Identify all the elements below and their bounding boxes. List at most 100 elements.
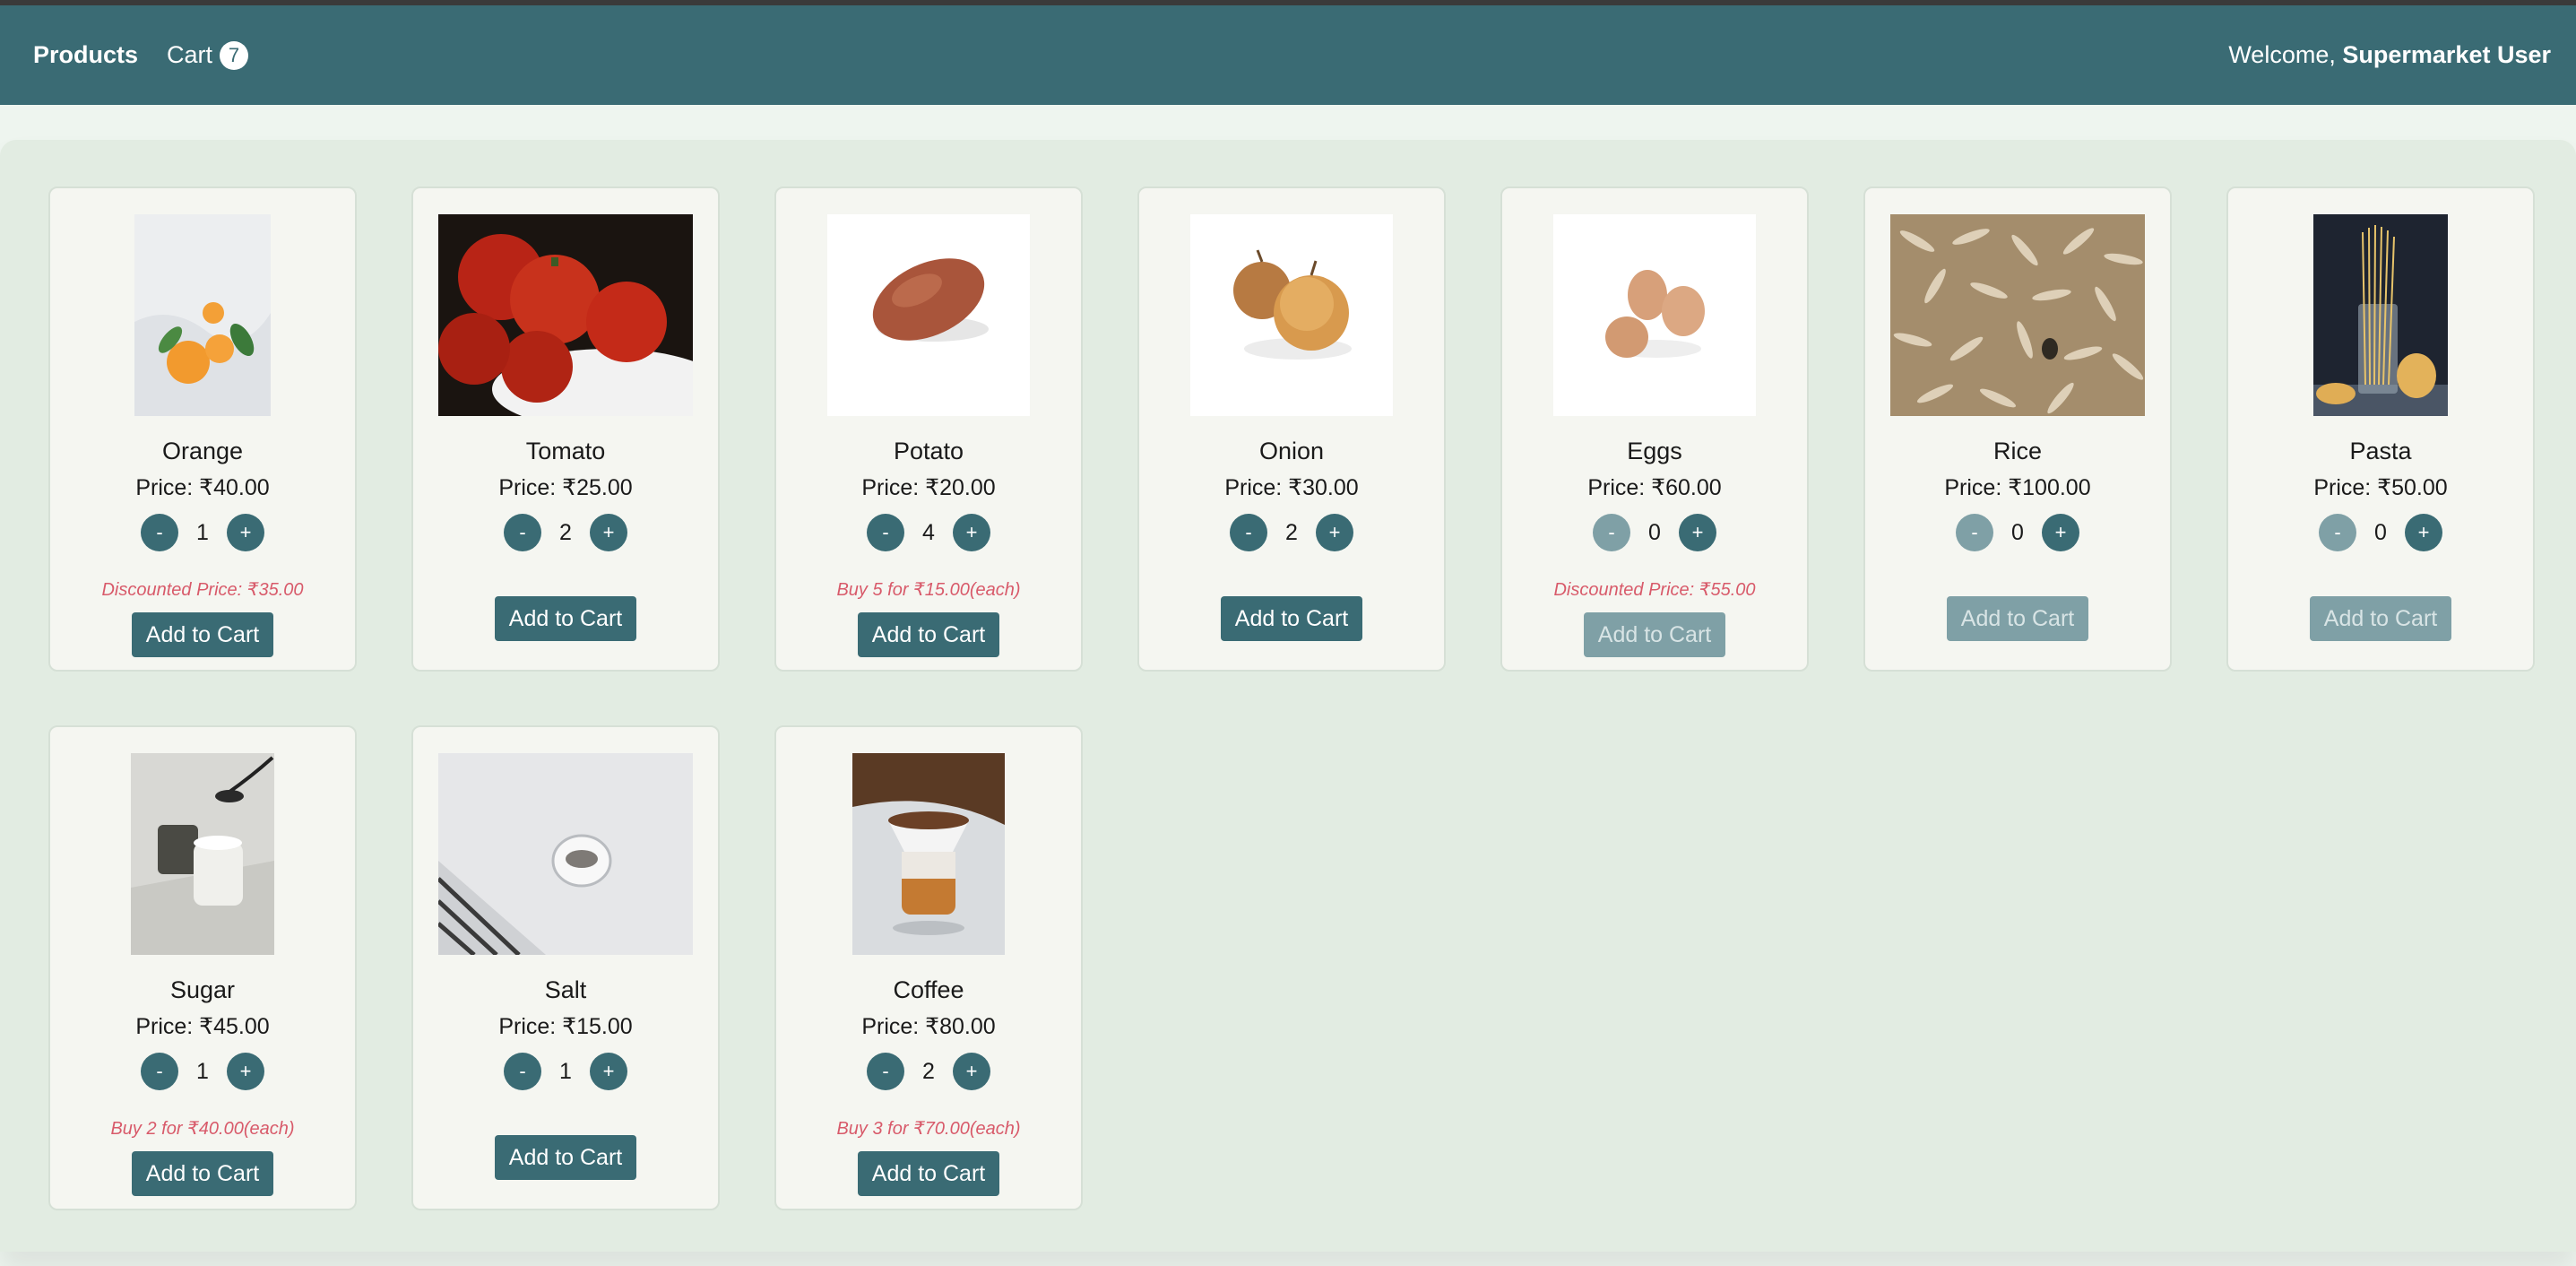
- add-to-cart-button[interactable]: Add to Cart: [494, 596, 637, 641]
- quantity-value: 4: [922, 519, 935, 545]
- product-name: Eggs: [1627, 438, 1682, 464]
- eggs-image: [1527, 214, 1782, 416]
- product-name: Onion: [1258, 438, 1325, 464]
- promo-text: Buy 3 for ₹70.00(each): [836, 1119, 1021, 1139]
- increase-qty-button[interactable]: +: [590, 1053, 627, 1090]
- decrease-qty-button[interactable]: -: [141, 514, 178, 551]
- quantity-stepper: - 2 +: [504, 514, 627, 551]
- add-to-cart-button[interactable]: Add to Cart: [1220, 596, 1363, 641]
- add-to-cart-button[interactable]: Add to Cart: [857, 1151, 1000, 1196]
- quantity-stepper: - 2 +: [867, 1053, 990, 1090]
- product-name: Tomato: [525, 438, 606, 464]
- product-card: Potato Price: ₹20.00 - 4 + Buy 5 for ₹15…: [774, 186, 1083, 672]
- add-to-cart-button[interactable]: Add to Cart: [857, 612, 1000, 657]
- product-name: Salt: [544, 976, 587, 1003]
- quantity-value: 0: [2374, 519, 2387, 545]
- quantity-value: 2: [922, 1058, 935, 1084]
- top-navbar: Products Cart 7 Welcome, Supermarket Use…: [0, 5, 2576, 105]
- decrease-qty-button[interactable]: -: [141, 1053, 178, 1090]
- product-name: Pasta: [2349, 438, 2412, 464]
- increase-qty-button[interactable]: +: [227, 1053, 264, 1090]
- pasta-image: [2253, 214, 2508, 416]
- quantity-stepper: - 1 +: [141, 514, 264, 551]
- product-card: Eggs Price: ₹60.00 - 0 + Discounted Pric…: [1500, 186, 1809, 672]
- product-card: Pasta Price: ₹50.00 - 0 + Add to Cart: [2226, 186, 2535, 672]
- quantity-value: 1: [196, 1058, 209, 1084]
- product-price: Price: ₹50.00: [2313, 475, 2448, 500]
- quantity-stepper: - 0 +: [1593, 514, 1716, 551]
- quantity-stepper: - 2 +: [1230, 514, 1353, 551]
- add-to-cart-button[interactable]: Add to Cart: [131, 612, 274, 657]
- decrease-qty-button[interactable]: -: [2319, 514, 2356, 551]
- product-name: Sugar: [169, 976, 236, 1003]
- increase-qty-button[interactable]: +: [1316, 514, 1353, 551]
- decrease-qty-button[interactable]: -: [1230, 514, 1267, 551]
- product-name: Orange: [161, 438, 244, 464]
- cart-label: Cart: [167, 41, 213, 68]
- quantity-stepper: - 0 +: [2319, 514, 2442, 551]
- quantity-stepper: - 1 +: [141, 1053, 264, 1090]
- add-to-cart-button[interactable]: Add to Cart: [1946, 596, 2089, 641]
- welcome-prefix: Welcome,: [2228, 41, 2336, 68]
- increase-qty-button[interactable]: +: [953, 1053, 990, 1090]
- product-price: Price: ₹30.00: [1224, 475, 1359, 500]
- add-to-cart-button[interactable]: Add to Cart: [1583, 612, 1726, 657]
- increase-qty-button[interactable]: +: [227, 514, 264, 551]
- decrease-qty-button[interactable]: -: [1593, 514, 1630, 551]
- add-to-cart-button[interactable]: Add to Cart: [494, 1135, 637, 1180]
- product-card: Coffee Price: ₹80.00 - 2 + Buy 3 for ₹70…: [774, 725, 1083, 1210]
- coffee-image: [801, 753, 1056, 955]
- decrease-qty-button[interactable]: -: [867, 1053, 904, 1090]
- product-card: Salt Price: ₹15.00 - 1 + Add to Cart: [411, 725, 720, 1210]
- product-price: Price: ₹40.00: [135, 475, 270, 500]
- user-name: Supermarket User: [2342, 41, 2551, 68]
- product-card: Orange Price: ₹40.00 - 1 + Discounted Pr…: [48, 186, 357, 672]
- potato-image: [801, 214, 1056, 416]
- decrease-qty-button[interactable]: -: [1956, 514, 1993, 551]
- product-card: Tomato Price: ₹25.00 - 2 + Add to Cart: [411, 186, 720, 672]
- product-name: Rice: [1993, 438, 2042, 464]
- product-grid: Orange Price: ₹40.00 - 1 + Discounted Pr…: [48, 186, 2535, 1210]
- add-to-cart-button[interactable]: Add to Cart: [2309, 596, 2452, 641]
- product-card: Rice Price: ₹100.00 - 0 + Add to Cart: [1863, 186, 2172, 672]
- onion-image: [1164, 214, 1419, 416]
- add-to-cart-button[interactable]: Add to Cart: [131, 1151, 274, 1196]
- sugar-image: [75, 753, 330, 955]
- welcome-text: Welcome, Supermarket User: [2228, 41, 2551, 69]
- quantity-value: 2: [559, 519, 572, 545]
- increase-qty-button[interactable]: +: [953, 514, 990, 551]
- promo-text: Buy 5 for ₹15.00(each): [836, 580, 1021, 600]
- quantity-value: 1: [196, 519, 209, 545]
- product-price: Price: ₹80.00: [861, 1014, 996, 1039]
- tomato-image: [438, 214, 693, 416]
- decrease-qty-button[interactable]: -: [867, 514, 904, 551]
- promo-text: Discounted Price: ₹55.00: [1553, 580, 1756, 600]
- quantity-value: 0: [2011, 519, 2024, 545]
- product-price: Price: ₹15.00: [498, 1014, 633, 1039]
- quantity-stepper: - 4 +: [867, 514, 990, 551]
- quantity-value: 1: [559, 1058, 572, 1084]
- nav-products-link[interactable]: Products: [33, 41, 138, 69]
- product-card: Onion Price: ₹30.00 - 2 + Add to Cart: [1137, 186, 1446, 672]
- increase-qty-button[interactable]: +: [2042, 514, 2079, 551]
- increase-qty-button[interactable]: +: [2405, 514, 2442, 551]
- promo-text: Buy 2 for ₹40.00(each): [110, 1119, 295, 1139]
- product-price: Price: ₹45.00: [135, 1014, 270, 1039]
- quantity-value: 0: [1648, 519, 1661, 545]
- increase-qty-button[interactable]: +: [590, 514, 627, 551]
- nav-cart-link[interactable]: Cart 7: [167, 40, 249, 70]
- orange-image: [75, 214, 330, 416]
- product-name: Potato: [893, 438, 964, 464]
- product-price: Price: ₹100.00: [1944, 475, 2091, 500]
- rice-image: [1890, 214, 2145, 416]
- product-price: Price: ₹60.00: [1587, 475, 1722, 500]
- decrease-qty-button[interactable]: -: [504, 514, 541, 551]
- decrease-qty-button[interactable]: -: [504, 1053, 541, 1090]
- salt-image: [438, 753, 693, 955]
- product-name: Coffee: [893, 976, 964, 1003]
- product-price: Price: ₹25.00: [498, 475, 633, 500]
- quantity-stepper: - 0 +: [1956, 514, 2079, 551]
- quantity-stepper: - 1 +: [504, 1053, 627, 1090]
- increase-qty-button[interactable]: +: [1679, 514, 1716, 551]
- products-panel: Orange Price: ₹40.00 - 1 + Discounted Pr…: [0, 140, 2576, 1252]
